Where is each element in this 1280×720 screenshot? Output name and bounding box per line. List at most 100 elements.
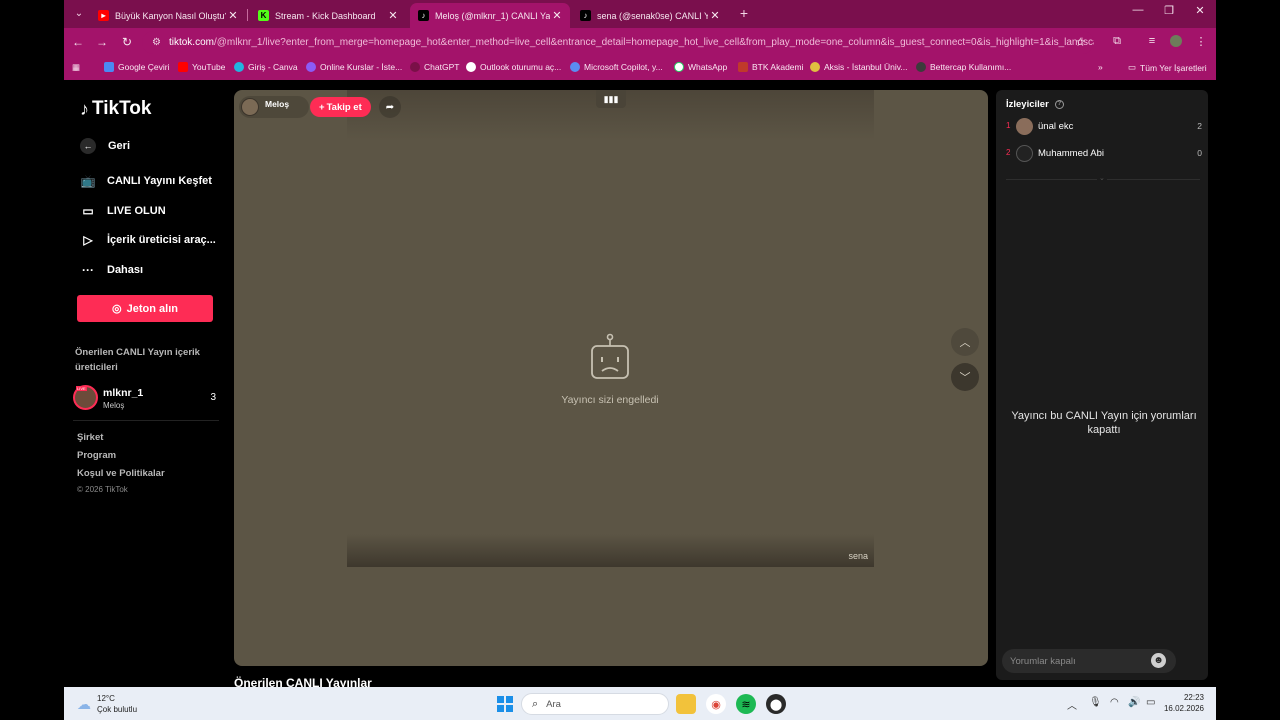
nav-go-live[interactable]: ▭ LIVE OLUN — [80, 204, 165, 218]
get-coins-button[interactable]: ◎ Jeton alın — [77, 295, 213, 322]
browser-menu-icon[interactable]: ⋮ — [1193, 35, 1209, 48]
profile-avatar[interactable] — [1168, 35, 1184, 50]
back-label: Geri — [108, 140, 131, 152]
help-icon[interactable]: ? — [1054, 100, 1064, 109]
next-live-chevron-down-icon[interactable]: ﹀ — [951, 363, 979, 391]
bookmark-label: Online Kurslar - İste... — [320, 62, 403, 72]
bookmark-label: Outlook oturumu aç... — [480, 62, 562, 72]
address-bar[interactable]: ⚙ tiktok.com /@mlknr_1/live?enter_from_m… — [142, 31, 1094, 54]
previous-live-chevron-up-icon[interactable]: ︿ — [951, 328, 979, 356]
bookmark-copilot[interactable]: Microsoft Copilot, y... — [570, 62, 663, 72]
nav-more[interactable]: ··· Dahası — [80, 263, 143, 277]
bookmark-google-translate[interactable]: Google Çeviri — [104, 62, 170, 72]
viewer-rank: 1 — [1006, 121, 1011, 130]
tiktok-icon: ♪ — [418, 10, 429, 21]
weather-widget[interactable]: ☁ 12°C Çok bulutlu — [77, 693, 137, 715]
taskbar-search[interactable]: ⌕ Ara — [521, 693, 669, 715]
close-icon[interactable]: ✕ — [226, 9, 240, 22]
live-tv-icon: 📺 — [80, 174, 96, 188]
new-tab-icon[interactable]: + — [736, 5, 752, 21]
browser-toolbar: ← → ↻ ⚙ tiktok.com /@mlknr_1/live?enter_… — [64, 28, 1216, 57]
battery-icon[interactable]: ▭ — [1146, 697, 1155, 708]
tiktok-logo[interactable]: ♪ TikTok — [80, 98, 151, 120]
nav-creator-tools[interactable]: ▷ İçerik üreticisi araç... — [80, 233, 215, 247]
back-arrow-icon[interactable]: ← — [70, 35, 86, 49]
bookmark-star-icon[interactable]: ☆ — [1075, 35, 1086, 49]
screen: ⌄ ▸ Büyük Kanyon Nasıl Oluştu? - Y ✕ K S… — [64, 0, 1216, 720]
bookmark-online-courses[interactable]: Online Kurslar - İste... — [306, 62, 402, 72]
bookmark-label: Bettercap Kullanımı... — [930, 62, 1012, 72]
close-icon[interactable]: ✕ — [386, 9, 400, 22]
blocked-message: Yayıncı sizi engelledi — [561, 394, 659, 406]
bookmark-bettercap[interactable]: Bettercap Kullanımı... — [916, 62, 1011, 72]
footer-program-link[interactable]: Program — [77, 450, 116, 461]
bookmark-aksis[interactable]: Aksis - İstanbul Üniv... — [810, 62, 907, 72]
close-icon[interactable]: ✕ — [550, 9, 564, 22]
minimize-icon[interactable]: — — [1128, 4, 1148, 16]
folder-icon: ▭ — [1128, 62, 1137, 72]
extensions-icon[interactable]: ⧉ — [1109, 35, 1125, 48]
apps-grid-icon[interactable]: ▦ — [72, 62, 80, 73]
clock[interactable]: 22:23 16.02.2026 — [1160, 692, 1204, 714]
bookmark-label: BTK Akademi — [752, 62, 804, 72]
panel-title: İzleyiciler — [1006, 99, 1049, 110]
window-close-icon[interactable]: ✕ — [1190, 4, 1210, 17]
plus-icon: + — [319, 101, 325, 113]
creator-nickname: Meloş — [103, 401, 125, 410]
viewer-row[interactable]: 1 ünal ekc 2 — [1006, 118, 1202, 136]
viewer-row[interactable]: 2 Muhammed Abi 0 — [1006, 145, 1202, 163]
expand-chevron-icon[interactable]: ⌄ — [1097, 174, 1107, 182]
bookmark-btk[interactable]: BTK Akademi — [738, 62, 804, 72]
bookmark-whatsapp[interactable]: WhatsApp — [674, 62, 727, 72]
media-control-icon[interactable]: ≡ — [1144, 35, 1160, 47]
tab-tiktok-sena[interactable]: ♪ sena (@senak0se) CANLI Yayını ✕ — [572, 3, 728, 28]
app-icon[interactable]: ⬤ — [766, 694, 786, 714]
nav-explore-live[interactable]: 📺 CANLI Yayını Keşfet — [80, 174, 212, 188]
bookmark-label: Aksis - İstanbul Üniv... — [824, 62, 908, 72]
back-button[interactable]: ← Geri — [80, 138, 130, 154]
restore-icon[interactable]: ❐ — [1159, 4, 1179, 17]
footer-terms-link[interactable]: Koşul ve Politikalar — [77, 468, 165, 479]
tab-kick[interactable]: K Stream - Kick Dashboard ✕ — [250, 3, 406, 28]
tab-search-icon[interactable]: ⌄ — [70, 5, 88, 23]
host-info[interactable]: Meloş — [239, 96, 309, 118]
viewer-count: 3 — [210, 392, 216, 403]
suggested-creator-item[interactable]: LIVE mlknr_1 Meloş 3 — [73, 385, 218, 413]
bookmark-youtube[interactable]: YouTube — [178, 62, 225, 72]
file-explorer-icon[interactable] — [676, 694, 696, 714]
close-icon[interactable]: ✕ — [708, 9, 722, 22]
tab-divider — [247, 9, 248, 21]
copyright: © 2026 TikTok — [77, 485, 128, 494]
more-bookmarks-icon[interactable]: » — [1098, 62, 1103, 72]
chrome-icon[interactable]: ◉ — [706, 694, 726, 714]
spotify-icon[interactable]: ≋ — [736, 694, 756, 714]
wifi-icon[interactable]: ◠ — [1110, 697, 1119, 708]
viewer-rank: 2 — [1006, 148, 1011, 157]
tab-tiktok-melos[interactable]: ♪ Meloş (@mlknr_1) CANLI Yayını ✕ — [410, 3, 570, 28]
share-icon[interactable]: ➦ — [379, 96, 401, 118]
live-video-player[interactable]: sena Meloş + Takip et ➦ ▮▮▮ Yayıncı sizi… — [234, 90, 988, 666]
url-path: /@mlknr_1/live?enter_from_merge=homepage… — [213, 37, 1094, 48]
sad-robot-icon — [591, 333, 629, 379]
tray-expand-icon[interactable]: ︿ — [1067, 697, 1077, 712]
reload-icon[interactable]: ↻ — [119, 35, 135, 49]
arrow-left-icon: ← — [80, 138, 96, 154]
footer-company-link[interactable]: Şirket — [77, 432, 103, 443]
bookmark-outlook[interactable]: Outlook oturumu aç... — [466, 62, 561, 72]
site-info-icon[interactable]: ⚙ — [152, 37, 161, 48]
tab-youtube[interactable]: ▸ Büyük Kanyon Nasıl Oluştu? - Y ✕ — [90, 3, 246, 28]
all-bookmarks-folder[interactable]: ▭ Tüm Yer İşaretleri — [1128, 62, 1207, 73]
volume-icon[interactable]: 🔊 — [1128, 697, 1140, 708]
forward-arrow-icon[interactable]: → — [94, 35, 110, 49]
coin-icon: ◎ — [112, 303, 122, 315]
bookmark-canva[interactable]: Giriş - Canva — [234, 62, 298, 72]
bookmarks-bar: ▦ Google Çeviri YouTube Giriş - Canva On… — [64, 57, 1216, 80]
video-frame: sena — [347, 90, 874, 567]
search-label: Ara — [546, 698, 561, 710]
audio-bars-icon[interactable]: ▮▮▮ — [596, 90, 626, 108]
microphone-icon[interactable]: 🎙 — [1089, 697, 1102, 708]
bookmark-chatgpt[interactable]: ChatGPT — [410, 62, 459, 72]
windows-start-icon[interactable] — [497, 696, 513, 712]
follow-button[interactable]: + Takip et — [310, 97, 371, 117]
tab-title: Meloş (@mlknr_1) CANLI Yayını — [435, 10, 550, 21]
